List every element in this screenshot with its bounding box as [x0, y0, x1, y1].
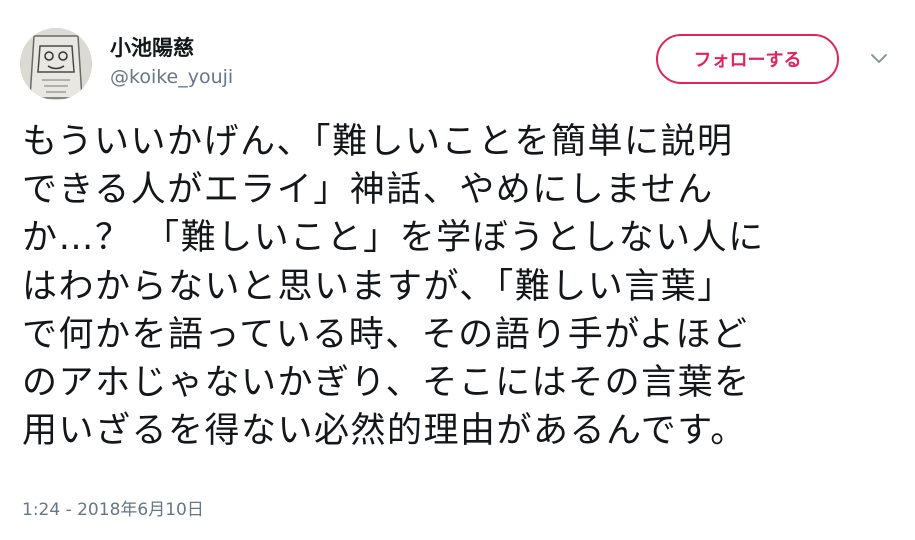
tweet-text-line: のアホじゃないかぎり、そこにはその言葉を: [22, 363, 751, 404]
tweet-text-line: 用いざるを得ない必然的理由があるんです。: [22, 411, 747, 452]
tweet-text-line: もういいかげん、「難しいことを簡単に説明: [22, 122, 734, 162]
tweet-card: 小池陽慈 @koike_youji フォローする もういいかげん、「難しいことを…: [0, 0, 915, 540]
user-handle[interactable]: @koike_youji: [110, 66, 233, 88]
tweet-text-line: はわからないと思いますが、「難しい言葉」: [22, 266, 734, 307]
tweet-timestamp[interactable]: 1:24 - 2018年6月10日: [22, 495, 204, 520]
follow-button-label: フォローする: [693, 50, 802, 71]
tweet-text-line: か…？ 「難しいこと」を学ぼうとしない人に: [22, 218, 765, 259]
avatar-portrait-icon: [20, 28, 92, 100]
chevron-down-icon: [871, 54, 887, 63]
tweet-text-line: できる人がエライ」神話、やめにしません: [22, 170, 714, 211]
avatar[interactable]: [20, 28, 92, 100]
follow-button[interactable]: フォローする: [656, 34, 839, 84]
tweet-text-line: で何かを語っている時、その語り手がよほど: [22, 314, 749, 355]
tweet-text: もういいかげん、「難しいことを簡単に説明 できる人がエライ」神話、やめにしません…: [22, 118, 882, 455]
more-options-button[interactable]: [868, 50, 890, 68]
display-name[interactable]: 小池陽慈: [110, 32, 194, 62]
